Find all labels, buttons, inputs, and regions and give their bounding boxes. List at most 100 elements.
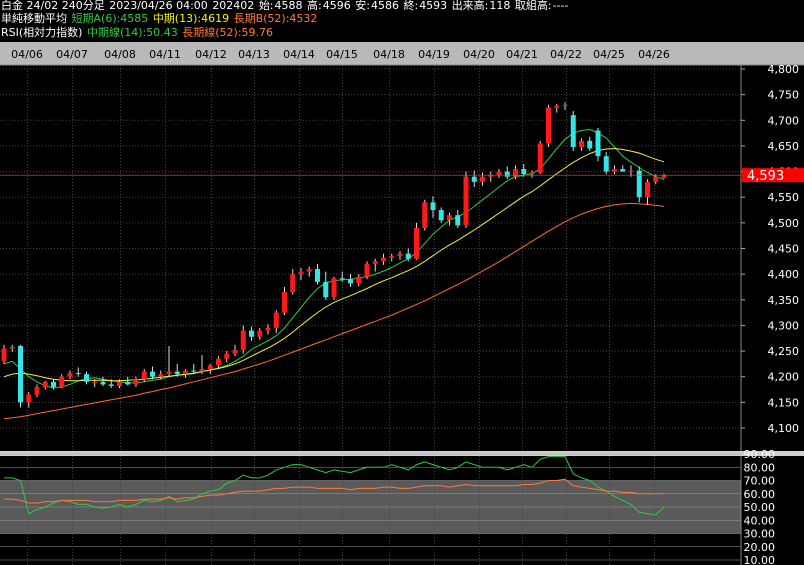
candle-body (381, 257, 386, 262)
candle-body (397, 253, 403, 257)
candle-body (265, 327, 271, 331)
date-tick-label: 04/20 (463, 48, 495, 61)
rsi-tick-label: 90.00 (744, 448, 776, 461)
rsi-pane: 90.0080.0070.0060.0050.0040.0030.0020.00… (0, 448, 775, 565)
candle (612, 165, 617, 175)
candle (150, 366, 155, 380)
candle-body (645, 181, 650, 198)
date-tick-label: 04/06 (11, 48, 43, 61)
candle (397, 251, 403, 260)
date-tick-label: 04/25 (593, 48, 625, 61)
candle (480, 172, 485, 186)
date-tick-label: 04/12 (195, 48, 227, 61)
candle-body (521, 169, 527, 175)
candle-body (1, 348, 7, 362)
candle-body (636, 170, 642, 198)
candle-body (480, 176, 485, 182)
candle (265, 324, 271, 335)
candle-body (133, 379, 139, 385)
candle (636, 166, 642, 203)
candle-body (216, 358, 221, 366)
candle-body (199, 369, 205, 372)
date-tick-label: 04/21 (506, 48, 538, 61)
candle (84, 371, 89, 385)
rsi-tick-label: 10.00 (744, 554, 776, 565)
candle (9, 344, 15, 353)
candle (603, 152, 609, 175)
candle-body (348, 279, 353, 284)
candle-body (141, 371, 147, 380)
date-tick-label: 04/22 (550, 48, 582, 61)
date-tick-label: 04/26 (638, 48, 670, 61)
candle-body (108, 384, 114, 386)
candle (100, 376, 106, 386)
candle-body (364, 263, 370, 277)
candle (306, 266, 312, 277)
candle (1, 344, 7, 364)
candle-body (18, 345, 23, 403)
candle-body (620, 169, 626, 172)
candle (224, 351, 230, 363)
candle-body (117, 381, 122, 386)
candle-body (224, 353, 230, 359)
candle (42, 380, 48, 390)
candle-body (273, 312, 279, 328)
rsi-tick-label: 80.00 (744, 461, 776, 474)
candle-body (240, 330, 246, 351)
candle (34, 384, 40, 398)
candle-body (298, 271, 304, 275)
candle (546, 104, 551, 147)
price-tick-label: 4,200 (768, 371, 800, 384)
candle-body (661, 175, 667, 178)
date-tick-label: 04/15 (326, 48, 358, 61)
candle (364, 261, 370, 280)
candle (133, 376, 139, 387)
candle-body (612, 169, 617, 172)
candle (438, 207, 444, 223)
candle-body (579, 140, 584, 147)
price-tick-label: 4,350 (768, 294, 800, 307)
price-tick-label: 4,700 (768, 114, 800, 127)
candle (18, 344, 23, 408)
candle-body (100, 381, 106, 385)
candle-body (471, 176, 477, 182)
candle-body (513, 169, 518, 177)
price-chart[interactable]: 04/06 04/07 04/08 04/11 04/12 04/13 04/14 04/15… (0, 0, 804, 565)
candle-body (34, 386, 40, 395)
price-tick-label: 4,400 (768, 268, 800, 281)
candle (414, 222, 419, 260)
candle-body (59, 376, 65, 387)
candle-body (595, 130, 601, 157)
rsi-tick-label: 30.00 (744, 528, 776, 541)
candle-body (356, 276, 362, 284)
candle (290, 269, 296, 295)
price-tick-label: 4,500 (768, 217, 800, 230)
candle (356, 274, 362, 287)
price-tick-label: 4,450 (768, 243, 800, 256)
candle-body (183, 370, 188, 375)
pane-divider[interactable] (0, 451, 804, 456)
date-tick-label: 04/08 (104, 48, 136, 61)
candle-body (422, 202, 428, 228)
date-tick-label: 04/07 (56, 48, 88, 61)
candle-body (562, 104, 568, 106)
candle (199, 355, 205, 375)
date-tick-label: 04/13 (238, 48, 270, 61)
candle-body (504, 171, 510, 177)
candle (348, 274, 353, 287)
candle (166, 345, 172, 377)
candle (422, 199, 428, 231)
candle (75, 367, 81, 377)
candle (537, 140, 543, 175)
price-tick-label: 4,300 (768, 319, 800, 332)
price-tick-label: 4,250 (768, 345, 800, 358)
candle-body (463, 176, 469, 226)
candle-body (290, 274, 296, 293)
candle-body (67, 373, 73, 377)
candle (207, 363, 213, 375)
candle-body (174, 371, 180, 375)
ma-long-line (3, 202, 665, 420)
rsi-tick-label: 40.00 (744, 514, 776, 527)
candle-body (546, 107, 551, 144)
price-tick-label: 4,800 (768, 63, 800, 76)
